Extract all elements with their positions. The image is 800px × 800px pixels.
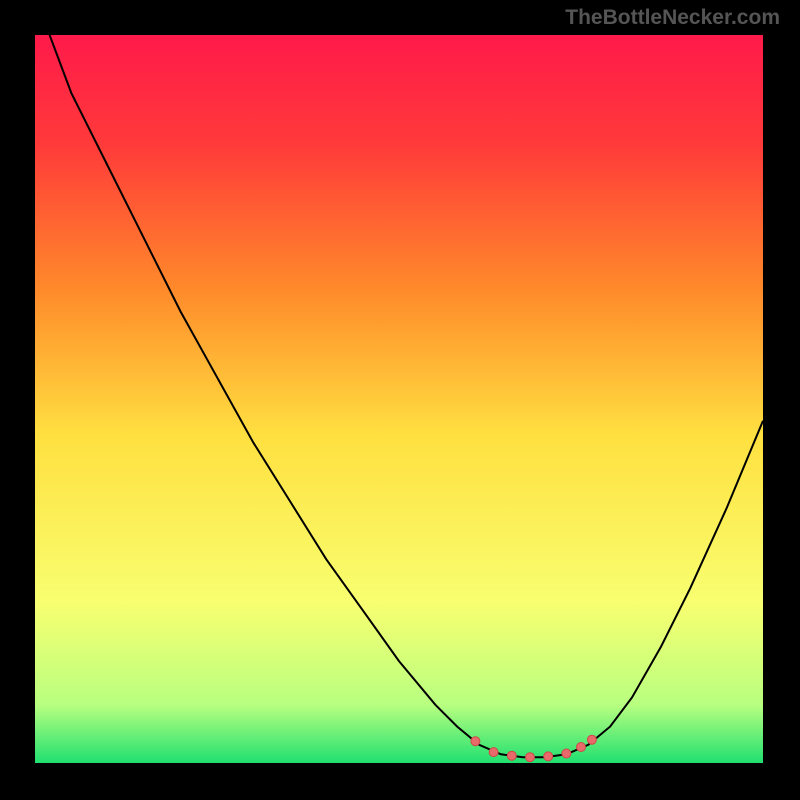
plot-background xyxy=(35,35,763,763)
marker-point xyxy=(544,752,553,761)
marker-point xyxy=(587,735,596,744)
marker-point xyxy=(507,751,516,760)
marker-point xyxy=(471,737,480,746)
chart-svg xyxy=(0,0,800,800)
chart-container: TheBottleNecker.com xyxy=(0,0,800,800)
marker-point xyxy=(562,749,571,758)
watermark-text: TheBottleNecker.com xyxy=(565,6,780,30)
marker-point xyxy=(526,753,535,762)
marker-point xyxy=(577,743,586,752)
marker-point xyxy=(489,748,498,757)
